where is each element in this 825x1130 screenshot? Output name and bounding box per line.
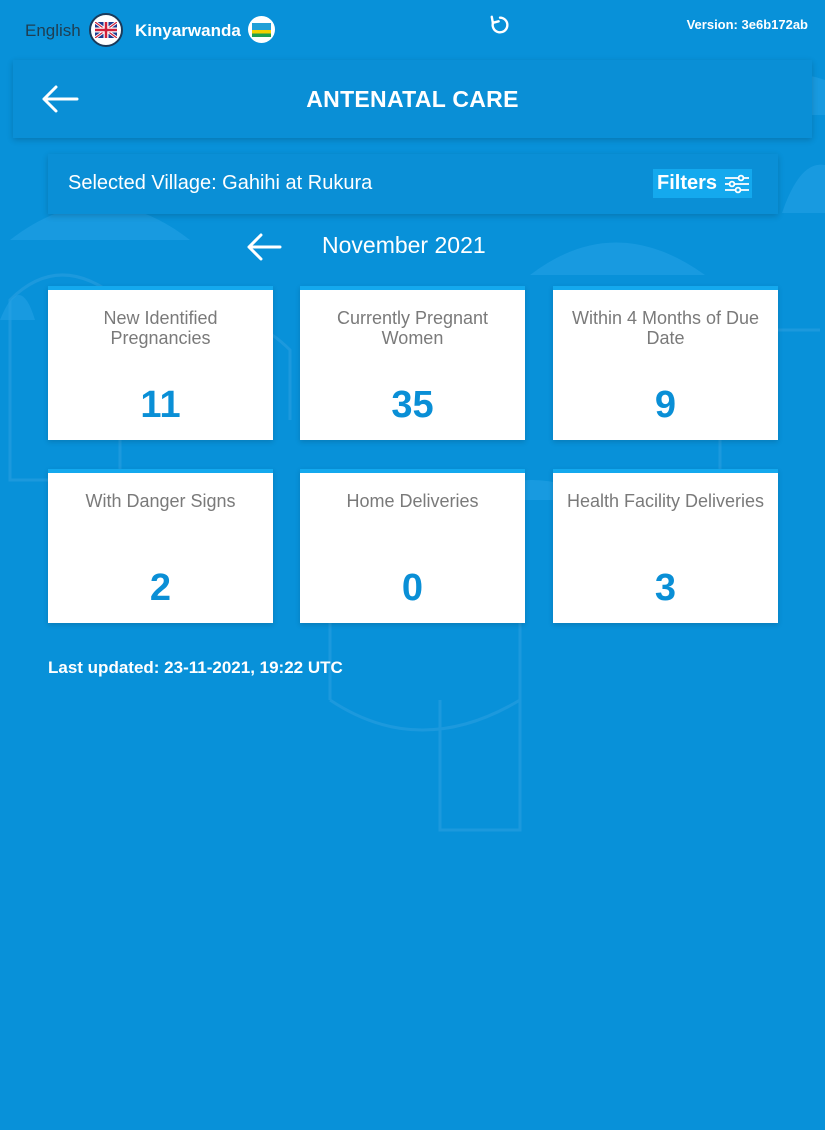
stat-card-title: Currently Pregnant Women: [336, 308, 489, 348]
stat-card-title: Home Deliveries: [346, 491, 479, 511]
stat-card-value: 0: [401, 567, 424, 609]
stat-card-title: With Danger Signs: [85, 491, 236, 511]
stat-card-within-4-months-due[interactable]: Within 4 Months of Due Date 9: [553, 286, 778, 440]
stat-card-title: Health Facility Deliveries: [566, 491, 765, 511]
language-kinyarwanda-option[interactable]: Kinyarwanda: [135, 21, 241, 41]
selected-village-label: Selected Village: Gahihi at Rukura: [68, 172, 373, 194]
stat-card-value: 3: [654, 567, 677, 609]
version-label: Version: 3e6b172ab: [686, 17, 808, 32]
stat-card-title: Within 4 Months of Due Date: [571, 308, 760, 348]
rwanda-flag-icon[interactable]: [248, 16, 275, 43]
stat-card-currently-pregnant-women[interactable]: Currently Pregnant Women 35: [300, 286, 525, 440]
stat-card-value: 9: [654, 384, 677, 426]
stat-card-title: New Identified Pregnancies: [103, 308, 218, 348]
page-header: ANTENATAL CARE: [13, 60, 812, 138]
filter-sliders-icon: [725, 174, 750, 193]
previous-month-arrow-icon[interactable]: [246, 232, 282, 262]
uk-flag-icon[interactable]: [89, 13, 123, 47]
refresh-icon[interactable]: [489, 14, 511, 36]
period-selector: November 2021: [0, 228, 825, 268]
stat-card-value: 35: [391, 384, 434, 426]
language-english-option[interactable]: English: [25, 21, 81, 41]
stat-card-new-identified-pregnancies[interactable]: New Identified Pregnancies 11: [48, 286, 273, 440]
stat-card-value: 2: [149, 567, 172, 609]
last-updated-label: Last updated: 23-11-2021, 19:22 UTC: [48, 658, 343, 677]
village-bar: Selected Village: Gahihi at Rukura Filte…: [48, 154, 778, 214]
top-bar: English Kinyarwanda Version: 3e6b172ab: [0, 0, 825, 60]
stat-card-home-deliveries[interactable]: Home Deliveries 0: [300, 469, 525, 623]
filters-label: Filters: [657, 172, 718, 194]
stat-card-with-danger-signs[interactable]: With Danger Signs 2: [48, 469, 273, 623]
filters-button[interactable]: Filters: [653, 169, 752, 198]
stat-card-value: 11: [140, 384, 181, 426]
stat-card-health-facility-deliveries[interactable]: Health Facility Deliveries 3: [553, 469, 778, 623]
current-month-label: November 2021: [322, 232, 486, 258]
page-title: ANTENATAL CARE: [306, 86, 519, 112]
